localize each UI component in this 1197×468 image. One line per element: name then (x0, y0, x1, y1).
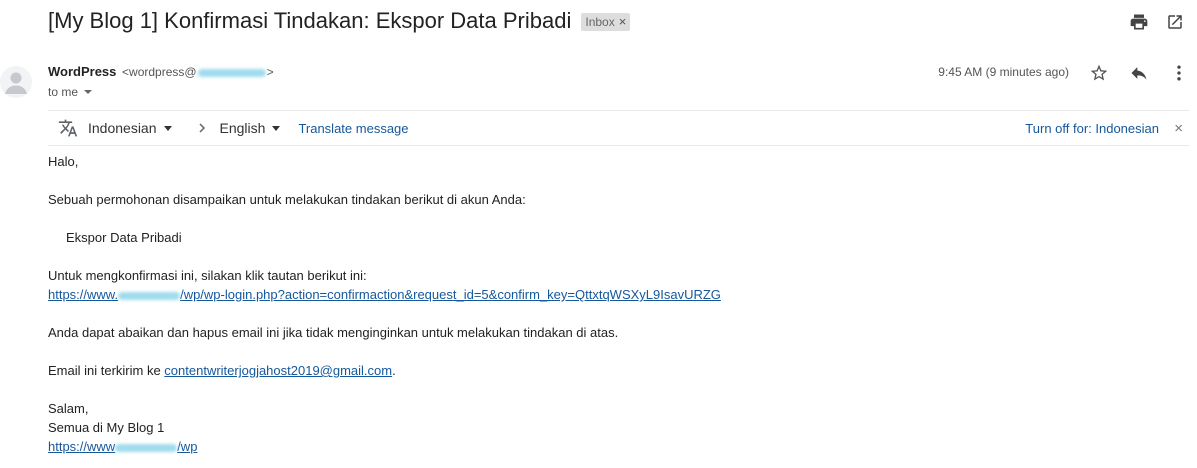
more-vert-icon[interactable] (1167, 61, 1191, 85)
greeting: Halo, (48, 154, 79, 169)
target-language-select[interactable]: English (220, 120, 281, 136)
sender-email-suffix: > (266, 65, 274, 79)
redacted-domain (118, 291, 181, 300)
redacted-domain (197, 68, 266, 77)
turn-off-translation-link[interactable]: Turn off for: Indonesian (1025, 121, 1159, 136)
translate-message-link[interactable]: Translate message (298, 121, 408, 136)
recipient-text: to me (48, 85, 79, 99)
subject-row: [My Blog 1] Konfirmasi Tindakan: Ekspor … (48, 8, 631, 34)
message-time: 9:45 AM (9 minutes ago) (938, 65, 1069, 79)
email-view: [My Blog 1] Konfirmasi Tindakan: Ekspor … (0, 0, 1197, 468)
message-body: Halo, Sebuah permohonan disampaikan untu… (48, 152, 721, 456)
reply-icon[interactable] (1127, 61, 1151, 85)
email-subject: [My Blog 1] Konfirmasi Tindakan: Ekspor … (48, 8, 572, 33)
sent-to-suffix: . (392, 363, 396, 378)
dropdown-caret-icon (163, 125, 172, 131)
site-link[interactable]: https://www/wp (48, 439, 197, 454)
redacted-domain (115, 443, 178, 452)
recipient-details-toggle[interactable]: to me (48, 85, 93, 99)
confirm-link-line: https://www. /wp/wp-login.php?action=conf… (48, 285, 721, 304)
star-icon[interactable] (1087, 61, 1111, 85)
intro-text: Sebuah permohonan disampaikan untuk mela… (48, 192, 526, 207)
chevron-down-icon (84, 90, 93, 94)
dropdown-caret-icon (272, 125, 281, 131)
confirm-link-suffix: /wp/wp-login.php?action=confirmaction&re… (180, 287, 721, 302)
open-in-new-window-icon[interactable] (1163, 10, 1187, 34)
confirm-link-prefix: https://www. (48, 287, 119, 302)
remove-label-icon[interactable]: × (619, 14, 627, 30)
closing: Salam, (48, 401, 89, 416)
sender-email: <wordpress@ > (122, 65, 274, 79)
inbox-label[interactable]: Inbox × (581, 13, 631, 31)
print-icon[interactable] (1127, 10, 1151, 34)
signature: Semua di My Blog 1 (48, 420, 165, 435)
recipient-email-link[interactable]: contentwriterjogjahost2019@gmail.com (164, 363, 392, 378)
sender-info: WordPress <wordpress@ > (48, 64, 274, 80)
close-icon[interactable]: × (1174, 120, 1183, 137)
subject-actions (1127, 10, 1187, 34)
source-language-label: Indonesian (88, 120, 157, 136)
requested-action: Ekspor Data Pribadi (66, 230, 182, 245)
target-language-label: English (219, 120, 266, 136)
ignore-note: Anda dapat abaikan dan hapus email ini j… (48, 325, 619, 340)
chevron-right-icon (196, 122, 208, 134)
site-link-suffix: /wp (177, 439, 198, 454)
default-avatar-icon (5, 72, 27, 94)
translate-icon (58, 118, 78, 138)
sent-to-prefix: Email ini terkirim ke (48, 363, 165, 378)
sender-email-prefix: <wordpress@ (122, 65, 197, 79)
site-link-line: https://www/wp (48, 437, 721, 456)
message-actions (1087, 61, 1191, 85)
sender-name[interactable]: WordPress (48, 64, 116, 79)
confirm-instruction: Untuk mengkonfirmasi ini, silakan klik t… (48, 268, 367, 283)
source-language-select[interactable]: Indonesian (88, 120, 172, 136)
inbox-label-text: Inbox (585, 15, 615, 29)
sent-to-line: Email ini terkirim ke contentwriterjogja… (48, 361, 721, 380)
site-link-prefix: https://www (48, 439, 116, 454)
confirm-link[interactable]: https://www. /wp/wp-login.php?action=conf… (48, 287, 721, 302)
avatar[interactable] (0, 66, 32, 98)
translate-bar: Indonesian English Translate message Tur… (48, 110, 1189, 146)
